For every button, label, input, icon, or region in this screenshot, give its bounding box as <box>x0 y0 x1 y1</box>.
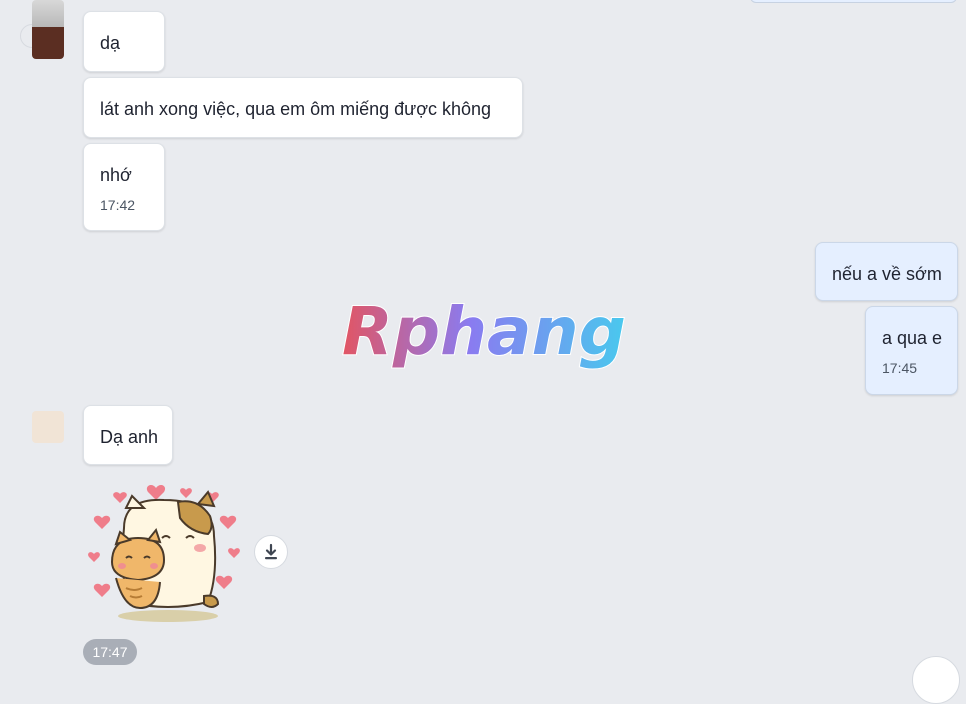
message-bubble[interactable]: nhớ 17:42 <box>83 143 165 231</box>
scroll-down-button[interactable] <box>912 656 960 704</box>
message-text: a qua e <box>882 328 943 348</box>
message-text: nếu a về sớm <box>832 264 942 284</box>
previous-message-bubble-edge <box>750 0 957 3</box>
download-button[interactable] <box>254 535 288 569</box>
rphang-watermark-logo: Rphang <box>341 292 627 371</box>
message-text: dạ <box>100 33 121 53</box>
message-bubble[interactable]: Dạ anh <box>83 405 173 465</box>
my-message-bubble[interactable]: a qua e 17:45 <box>865 306 958 395</box>
message-text: nhớ <box>100 165 132 185</box>
sticker-time-pill: 17:47 <box>83 639 137 665</box>
sender-avatar[interactable] <box>32 0 64 59</box>
message-text: lát anh xong việc, qua em ôm miếng được … <box>100 99 492 119</box>
my-message-bubble[interactable]: nếu a về sớm <box>815 242 958 301</box>
cat-hug-sticker[interactable] <box>86 478 246 628</box>
message-time: 17:45 <box>882 360 918 376</box>
message-bubble[interactable]: dạ <box>83 11 165 72</box>
download-icon <box>265 543 277 560</box>
sender-avatar[interactable] <box>32 411 64 443</box>
message-time: 17:42 <box>100 197 136 213</box>
message-bubble[interactable]: lát anh xong việc, qua em ôm miếng được … <box>83 77 523 138</box>
watermark-text: Rphang <box>342 293 626 370</box>
message-text: Dạ anh <box>100 427 159 447</box>
